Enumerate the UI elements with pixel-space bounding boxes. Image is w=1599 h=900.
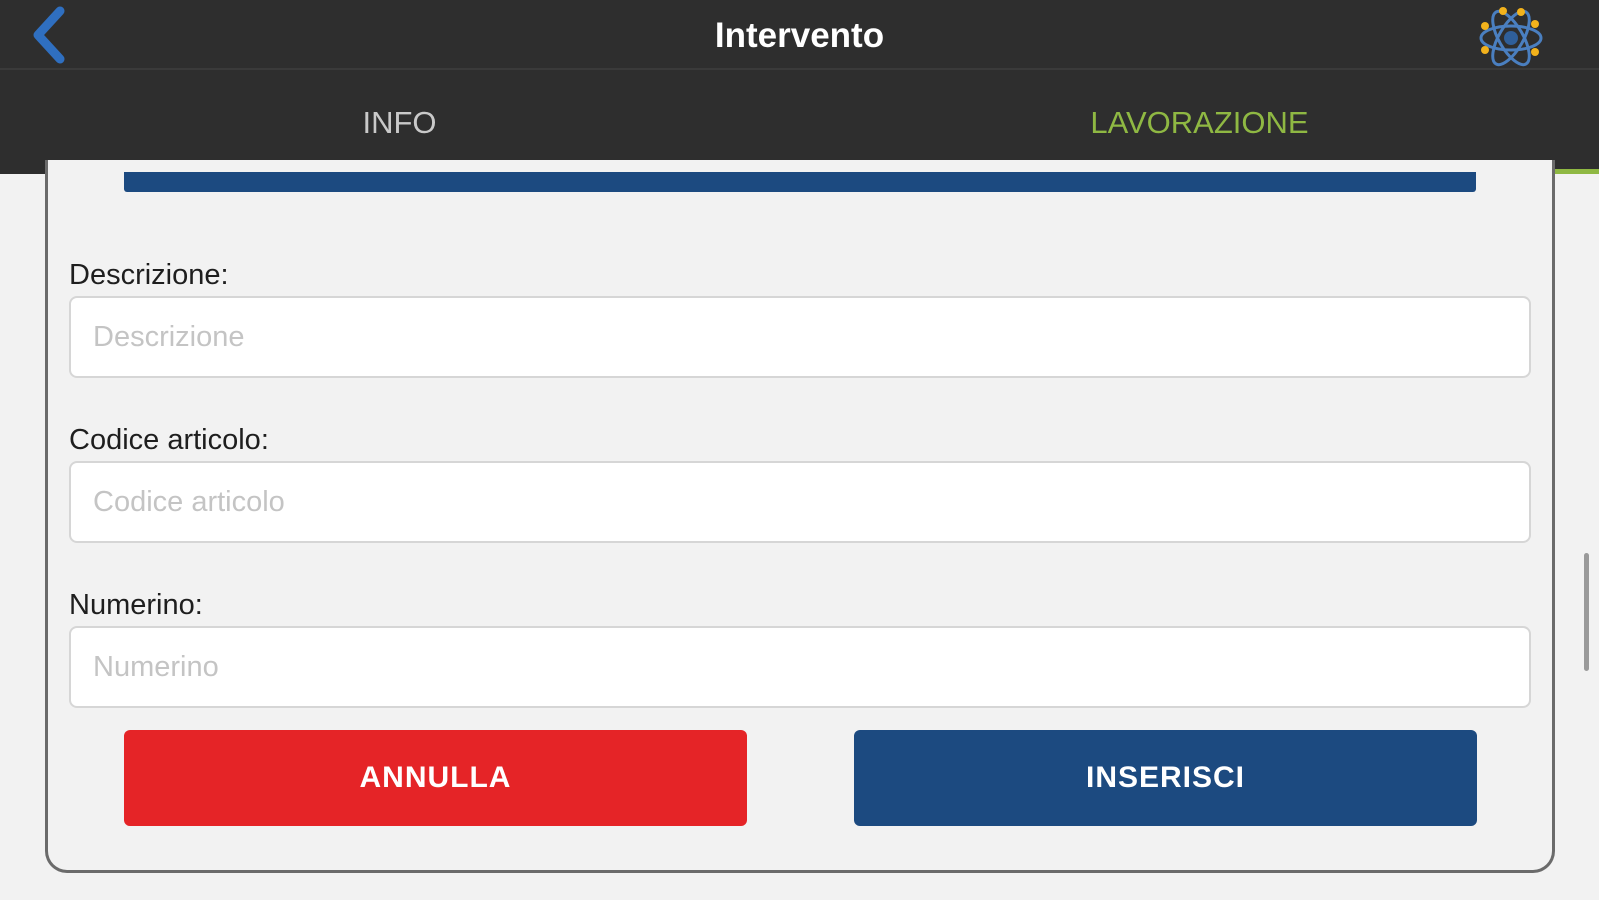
atom-logo-icon[interactable] [1475,2,1547,74]
section-header-strip [124,172,1476,192]
tab-bar: INFO LAVORAZIONE [0,70,1599,174]
page-title: Intervento [714,16,885,55]
codice-articolo-label: Codice articolo: [69,424,269,456]
tab-lavorazione[interactable]: LAVORAZIONE [800,70,1599,174]
numerino-label: Numerino: [69,589,203,621]
tab-info[interactable]: INFO [0,70,799,174]
top-app-bar: Intervento [0,0,1599,70]
scrollbar[interactable] [1584,553,1589,671]
insert-button[interactable]: INSERISCI [854,730,1477,826]
descrizione-input[interactable] [69,296,1531,378]
numerino-input[interactable] [69,626,1531,708]
chevron-left-icon [33,6,65,64]
codice-articolo-input[interactable] [69,461,1531,543]
cancel-button[interactable]: ANNULLA [124,730,747,826]
descrizione-label: Descrizione: [69,259,229,291]
back-button[interactable] [22,4,78,66]
